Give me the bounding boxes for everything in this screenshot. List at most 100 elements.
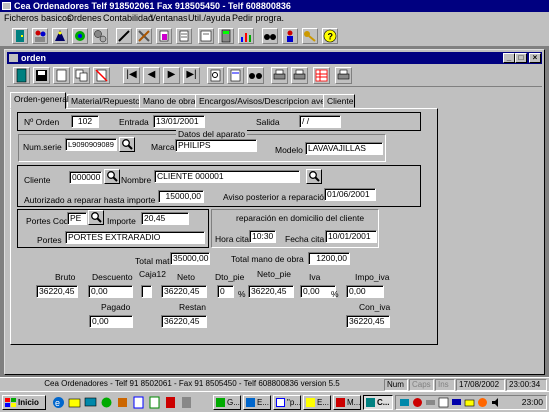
display-icon[interactable] [451,397,462,408]
total-mano-obra-field[interactable]: 1200,00 [308,252,350,265]
exit-icon[interactable] [13,67,30,84]
scheduler-icon[interactable] [438,397,449,408]
modelo-field[interactable]: LAVAVAJILLAS [305,142,383,155]
tools-icon[interactable] [136,28,152,44]
pen-icon[interactable] [116,28,132,44]
grid-icon[interactable] [313,67,330,84]
orden-window-icon[interactable] [9,54,18,62]
cliente-field[interactable]: 0000001 [69,171,102,184]
next-record-icon[interactable]: ▶ [163,67,180,84]
binoculars-icon[interactable] [262,28,278,44]
taskbar-item-5[interactable]: M... [333,395,361,410]
cliente-lookup-button[interactable] [104,169,120,184]
new-icon[interactable] [53,67,70,84]
last-record-icon[interactable]: ▶| [183,67,200,84]
menu-ventanas[interactable]: Ventanas [150,13,188,23]
delete-icon[interactable] [93,67,110,84]
neto-pie-field[interactable]: 36220,45 [248,285,294,298]
tab-encargos-avisos[interactable]: Encargos/Avisos/Descripcion averia [195,94,334,108]
word-icon[interactable] [132,396,145,409]
pagado-field[interactable]: 0,00 [89,315,133,328]
previous-record-icon[interactable]: ◀ [143,67,160,84]
antivirus-icon[interactable] [477,397,488,408]
minimize-button[interactable]: _ [503,53,515,63]
help-icon[interactable]: ? [322,28,338,44]
menu-ficheros-basicos[interactable]: Ficheros basicos [4,13,72,23]
tab-cliente[interactable]: Cliente [323,94,355,108]
copy-icon[interactable] [73,67,90,84]
nombre-lookup-button[interactable] [306,169,322,184]
menu-util-ayuda[interactable]: Util./ayuda [188,13,231,23]
tab-orden-general[interactable]: Orden-general [10,92,69,109]
portes-field[interactable]: PORTES EXTRARADIO [65,231,205,244]
app-system-icon[interactable] [2,2,11,10]
fecha-cita-field[interactable]: 10/01/2001 [325,230,377,243]
impo-iva-field[interactable]: 0,00 [346,285,384,298]
network-icon[interactable] [72,28,88,44]
taskbar-item-1[interactable]: G... [213,395,241,410]
hora-cita-field[interactable]: 10:30 [249,230,276,243]
portes-lookup-button[interactable] [88,210,104,225]
excel-icon[interactable] [148,396,161,409]
total-materiales-field[interactable]: 35000,00 [170,252,210,265]
aviso-field[interactable]: 01/06/2001 [324,188,376,201]
gears-icon[interactable] [92,28,108,44]
importe-field[interactable]: 20,45 [141,212,189,225]
calculator-icon[interactable] [218,28,234,44]
browser-icon[interactable]: e [52,396,65,409]
find-icon[interactable] [247,67,264,84]
bruto-field[interactable]: 36220,45 [36,285,78,298]
printer-icon[interactable] [425,397,436,408]
save-icon[interactable] [33,67,50,84]
menu-contabilidad[interactable]: Contabilidad [103,13,153,23]
print-icon[interactable] [291,67,308,84]
volume-icon[interactable] [490,397,501,408]
descuento-field[interactable]: 0,00 [88,285,133,298]
salida-field[interactable]: / / [299,115,341,128]
chart-icon[interactable] [238,28,254,44]
network-icon[interactable] [399,397,410,408]
access-icon[interactable] [164,396,177,409]
taskbar-item-2[interactable]: E... [243,395,271,410]
restan-field[interactable]: 36220,45 [161,315,207,328]
num-serie-lookup-button[interactable] [119,137,135,152]
people-icon[interactable] [282,28,298,44]
autorizado-field[interactable]: 15000,00 [158,190,204,203]
first-record-icon[interactable]: |◀ [123,67,140,84]
key-icon[interactable] [302,28,318,44]
print-icon[interactable] [271,67,288,84]
notepad-icon[interactable] [156,28,172,44]
menu-ordenes[interactable]: Ordenes [67,13,102,23]
nombre-field[interactable]: CLIENTE 000001 [154,170,300,183]
marca-field[interactable]: PHILIPS [175,139,257,152]
num-serie-field[interactable]: L9090909089 [65,138,117,151]
menu-pedir-progra[interactable]: Pedir progra. [232,13,284,23]
report-icon[interactable] [198,28,214,44]
print-setup-icon[interactable] [335,67,352,84]
orden-field[interactable]: 102 [71,115,99,128]
maximize-button[interactable]: □ [515,53,527,63]
portes-cod-field[interactable]: PE [67,212,87,225]
wizard-icon[interactable] [52,28,68,44]
taskbar-item-6-active[interactable]: C... [363,395,393,410]
neto-field[interactable]: 36220,45 [161,285,207,298]
mail-notify-icon[interactable] [464,397,475,408]
email-icon[interactable] [68,396,81,409]
con-iva-field[interactable]: 36220,45 [346,315,390,328]
tab-material-repuestos[interactable]: Material/Repuestos [67,94,147,108]
caja12-field[interactable] [141,285,152,298]
antivirus-icon[interactable] [412,397,423,408]
start-button[interactable]: Inicio [2,395,46,410]
channels-icon[interactable] [100,396,113,409]
desktop-icon[interactable] [84,396,97,409]
close-button[interactable]: × [529,53,541,63]
users-icon[interactable] [32,28,48,44]
dto-pie-field[interactable]: 0 [217,285,234,298]
taskbar-item-4[interactable]: E... [303,395,331,410]
print-preview-icon[interactable] [227,67,244,84]
door-exit-icon[interactable] [12,28,28,44]
search-icon[interactable] [207,67,224,84]
document-icon[interactable] [176,28,192,44]
calculator-icon[interactable] [180,396,193,409]
tab-mano-de-obra[interactable]: Mano de obra [139,94,197,108]
